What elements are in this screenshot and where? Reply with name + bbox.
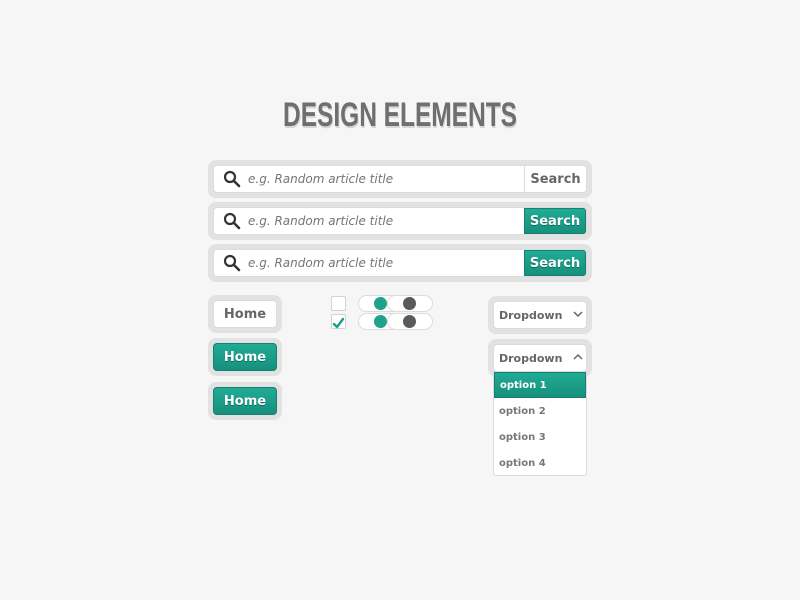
search-input[interactable] xyxy=(248,256,524,270)
dropdown-option[interactable]: option 2 xyxy=(494,398,586,424)
search-bar-plain: Search xyxy=(208,160,592,198)
chevron-up-icon xyxy=(570,353,586,364)
dropdown-options-list: option 1 option 2 option 3 option 4 xyxy=(493,371,587,476)
dropdown-option-selected[interactable]: option 1 xyxy=(494,372,586,398)
toggle-knob xyxy=(403,315,416,328)
search-icon xyxy=(222,253,242,273)
search-bar-teal: Search xyxy=(208,202,592,240)
checkbox-checked[interactable] xyxy=(331,314,346,329)
dropdown-well: Dropdown xyxy=(488,296,592,334)
dropdown-option[interactable]: option 3 xyxy=(494,424,586,450)
search-input[interactable] xyxy=(248,214,524,228)
home-button-well: Home xyxy=(208,382,282,420)
dropdown-collapsed[interactable]: Dropdown xyxy=(493,301,587,329)
search-button[interactable]: Search xyxy=(524,166,586,192)
search-icon xyxy=(222,211,242,231)
search-icon xyxy=(222,169,242,189)
search-button[interactable]: Search xyxy=(524,250,586,276)
checkbox-unchecked[interactable] xyxy=(331,296,346,311)
check-icon xyxy=(332,317,345,329)
search-bar-teal-alt: Search xyxy=(208,244,592,282)
search-input[interactable] xyxy=(248,172,524,186)
dropdown-label: Dropdown xyxy=(499,308,563,322)
home-button-active[interactable]: Home xyxy=(213,343,277,371)
toggle-off[interactable] xyxy=(387,295,433,312)
dropdown-option[interactable]: option 4 xyxy=(494,450,586,476)
toggle-off[interactable] xyxy=(387,313,433,330)
page-title: DESIGN ELEMENTS xyxy=(283,96,517,134)
dropdown-label: Dropdown xyxy=(499,351,563,365)
home-button-pressed[interactable]: Home xyxy=(213,387,277,415)
home-button-well: Home xyxy=(208,338,282,376)
home-button-well: Home xyxy=(208,295,282,333)
home-button[interactable]: Home xyxy=(213,300,277,328)
toggle-knob xyxy=(403,297,416,310)
search-button[interactable]: Search xyxy=(524,208,586,234)
dropdown-expanded[interactable]: Dropdown xyxy=(493,344,587,372)
chevron-down-icon xyxy=(570,310,586,321)
toggle-knob xyxy=(374,297,387,310)
toggle-knob xyxy=(374,315,387,328)
